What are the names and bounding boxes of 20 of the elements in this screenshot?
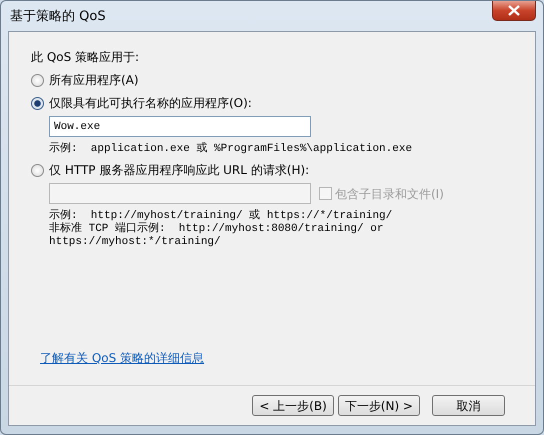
radio-button[interactable]	[31, 164, 44, 176]
radio-label: 仅限具有此可执行名称的应用程序(O):	[49, 95, 252, 112]
cancel-button[interactable]: 取消	[432, 395, 505, 416]
example-text: 非标准 TCP 端口示例: http://myhost:8080/training/ or	[49, 223, 384, 236]
radio-button[interactable]	[31, 74, 44, 86]
radio-label: 所有应用程序(A)	[49, 72, 139, 89]
radio-label: 仅 HTTP 服务器应用程序响应此 URL 的请求(H):	[49, 162, 310, 179]
checkbox-label: 包含子目录和文件(I)	[335, 186, 444, 202]
window-title: 基于策略的 QoS	[9, 8, 106, 26]
back-button[interactable]: < 上一步(B)	[252, 395, 334, 416]
example-text: 示例: http://myhost/training/ 或 https://*/training/	[49, 210, 394, 222]
example-text: 示例: application.exe 或 %ProgramFiles%\application.exe	[49, 143, 414, 156]
text-field[interactable]: Wow.exe	[49, 116, 311, 137]
example-text: https://myhost:*/training/	[49, 236, 222, 249]
help-link[interactable]: 了解有关 QoS 策略的详细信息	[40, 349, 204, 367]
prompt-text: 此 QoS 策略应用于:	[31, 49, 140, 66]
next-button[interactable]: 下一步(N) >	[338, 395, 420, 416]
close-icon	[507, 5, 521, 16]
radio-button[interactable]	[31, 96, 44, 110]
close-button[interactable]	[492, 1, 536, 21]
